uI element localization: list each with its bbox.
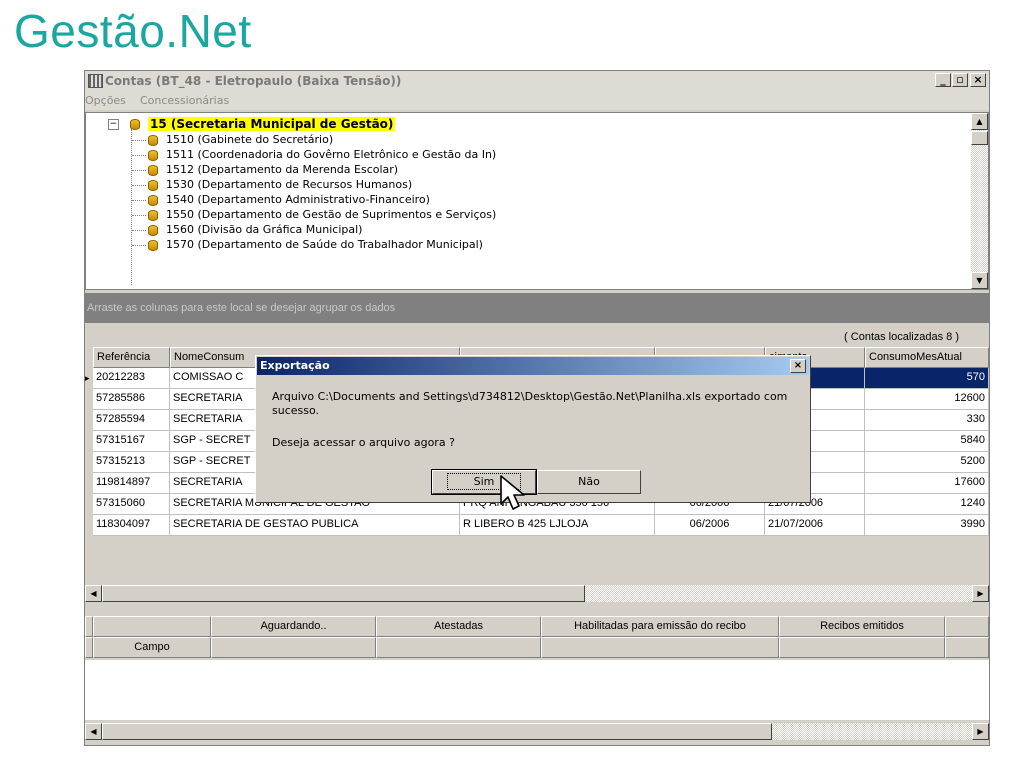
slide-title: Gestão.Net bbox=[14, 5, 252, 57]
unit-tree: − 15 (Secretaria Municipal de Gestão) 15… bbox=[85, 112, 989, 290]
cursor-arrow-icon bbox=[500, 475, 525, 510]
database-icon bbox=[148, 150, 158, 161]
row-indicator-icon: ▸ bbox=[85, 368, 93, 389]
database-icon bbox=[148, 210, 158, 221]
group-by-area[interactable]: Arraste as colunas para este local se de… bbox=[85, 293, 989, 323]
menu-bar: Opções Concessionárias bbox=[85, 91, 989, 110]
scroll-thumb[interactable] bbox=[102, 585, 585, 602]
dialog-question: Deseja acessar o arquivo agora ? bbox=[272, 436, 455, 449]
scroll-left-icon[interactable]: ◀ bbox=[85, 723, 102, 740]
summary-campo-label: Campo bbox=[93, 637, 211, 658]
scroll-right-icon[interactable]: ▶ bbox=[972, 585, 989, 602]
scroll-thumb[interactable] bbox=[102, 723, 772, 740]
scroll-thumb[interactable] bbox=[971, 131, 988, 145]
menu-opcoes[interactable]: Opções bbox=[85, 94, 126, 107]
database-icon bbox=[148, 135, 158, 146]
database-icon bbox=[148, 225, 158, 236]
dialog-close-button[interactable]: × bbox=[790, 359, 806, 373]
window-title: Contas (BT_48 - Eletropaulo (Baixa Tensã… bbox=[105, 74, 402, 88]
group-hint-text: Arraste as colunas para este local se de… bbox=[87, 302, 396, 314]
contas-window: Contas (BT_48 - Eletropaulo (Baixa Tensã… bbox=[84, 70, 990, 746]
summary-header-atestadas[interactable]: Atestadas bbox=[376, 616, 541, 637]
dialog-message: Arquivo C:\Documents and Settings\d73481… bbox=[272, 390, 788, 417]
summary-horizontal-scrollbar[interactable]: ◀ ▶ bbox=[85, 723, 989, 740]
summary-header-habilitadas[interactable]: Habilitadas para emissão do recibo bbox=[541, 616, 779, 637]
table-row[interactable]: 118304097 SECRETARIA DE GESTAO PUBLICA R… bbox=[85, 515, 989, 536]
grid-horizontal-scrollbar[interactable]: ◀ ▶ bbox=[85, 585, 989, 602]
close-button[interactable]: × bbox=[970, 73, 986, 87]
column-header-consumo[interactable]: ConsumoMesAtual bbox=[865, 347, 989, 368]
scroll-right-icon[interactable]: ▶ bbox=[972, 723, 989, 740]
window-titlebar[interactable]: Contas (BT_48 - Eletropaulo (Baixa Tensã… bbox=[85, 71, 989, 91]
summary-header-recibos[interactable]: Recibos emitidos bbox=[779, 616, 945, 637]
export-dialog: Exportação × Arquivo C:\Documents and Se… bbox=[255, 355, 811, 503]
summary-grid: Aguardando.. Atestadas Habilitadas para … bbox=[85, 616, 989, 660]
scroll-down-icon[interactable]: ▼ bbox=[971, 272, 988, 289]
tree-vertical-scrollbar[interactable]: ▲ ▼ bbox=[971, 113, 988, 289]
scroll-up-icon[interactable]: ▲ bbox=[971, 113, 988, 130]
summary-header-blank bbox=[93, 616, 211, 637]
database-icon bbox=[148, 240, 158, 251]
database-icon bbox=[148, 195, 158, 206]
maximize-button[interactable]: ▫ bbox=[952, 73, 968, 87]
count-bar: ( Contas localizadas 8 ) bbox=[85, 329, 989, 347]
tree-collapse-toggle[interactable]: − bbox=[108, 119, 119, 130]
accounts-count: ( Contas localizadas 8 ) bbox=[844, 331, 959, 343]
no-button[interactable]: Não bbox=[537, 470, 641, 494]
minimize-button[interactable]: _ bbox=[935, 73, 951, 87]
summary-body bbox=[85, 660, 989, 720]
scroll-left-icon[interactable]: ◀ bbox=[85, 585, 102, 602]
database-icon bbox=[130, 119, 140, 130]
dialog-titlebar[interactable]: Exportação × bbox=[257, 357, 809, 375]
dialog-title: Exportação bbox=[260, 359, 330, 372]
summary-header-aguardando[interactable]: Aguardando.. bbox=[211, 616, 376, 637]
database-icon bbox=[148, 180, 158, 191]
column-header-referencia[interactable]: Referência bbox=[93, 347, 170, 368]
menu-concessionarias[interactable]: Concessionárias bbox=[140, 94, 229, 107]
database-icon bbox=[148, 165, 158, 176]
grid-app-icon bbox=[88, 74, 103, 88]
